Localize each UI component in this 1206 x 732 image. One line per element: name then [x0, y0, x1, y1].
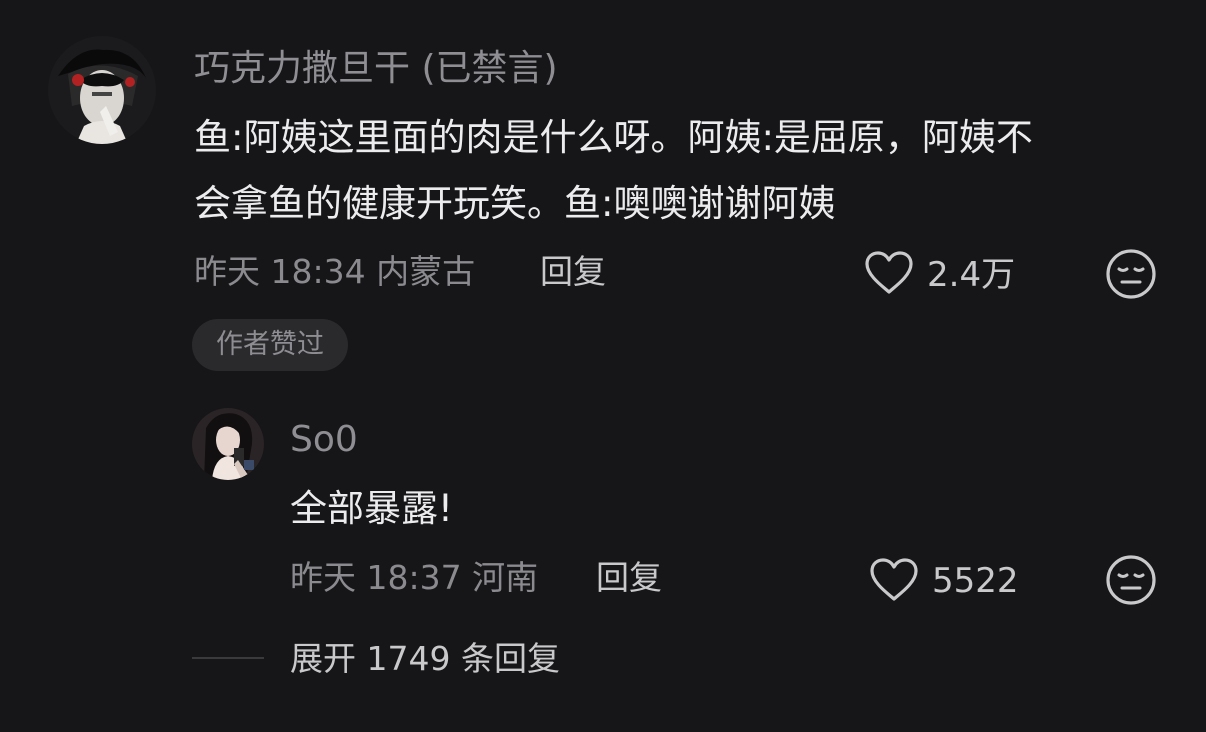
- meh-face-icon[interactable]: [1105, 554, 1157, 606]
- meh-face-icon[interactable]: [1105, 248, 1157, 300]
- author-liked-badge: 作者赞过: [192, 319, 348, 371]
- comment-text-line-1: 鱼:阿姨这里面的肉是什么呀。阿姨:是屈原，阿姨不: [194, 116, 1033, 159]
- reply-meta: 昨天 18:37 河南: [290, 558, 539, 597]
- comment-author-name[interactable]: 巧克力撒旦干 (已禁言): [194, 47, 558, 91]
- comment-like-count: 2.4万: [927, 255, 1016, 295]
- reply-author-name[interactable]: So0: [290, 418, 358, 462]
- comment-text-line-2: 会拿鱼的健康开玩笑。鱼:噢噢谢谢阿姨: [194, 182, 836, 225]
- comment-meta: 昨天 18:34 内蒙古: [194, 252, 476, 291]
- reply-reply-button[interactable]: 回复: [596, 558, 662, 598]
- reply-text: 全部暴露!: [290, 487, 453, 530]
- avatar[interactable]: [48, 36, 156, 144]
- expand-replies-button[interactable]: 展开 1749 条回复: [290, 639, 560, 679]
- expand-divider: [192, 657, 264, 659]
- reply-avatar[interactable]: [192, 408, 264, 480]
- comment-thread: 巧克力撒旦干 (已禁言) 鱼:阿姨这里面的肉是什么呀。阿姨:是屈原，阿姨不 会拿…: [0, 0, 1206, 732]
- heart-outline-icon[interactable]: [868, 557, 920, 603]
- comment-reply-button[interactable]: 回复: [540, 252, 606, 292]
- heart-outline-icon[interactable]: [863, 250, 915, 296]
- reply-like-count: 5522: [932, 561, 1019, 601]
